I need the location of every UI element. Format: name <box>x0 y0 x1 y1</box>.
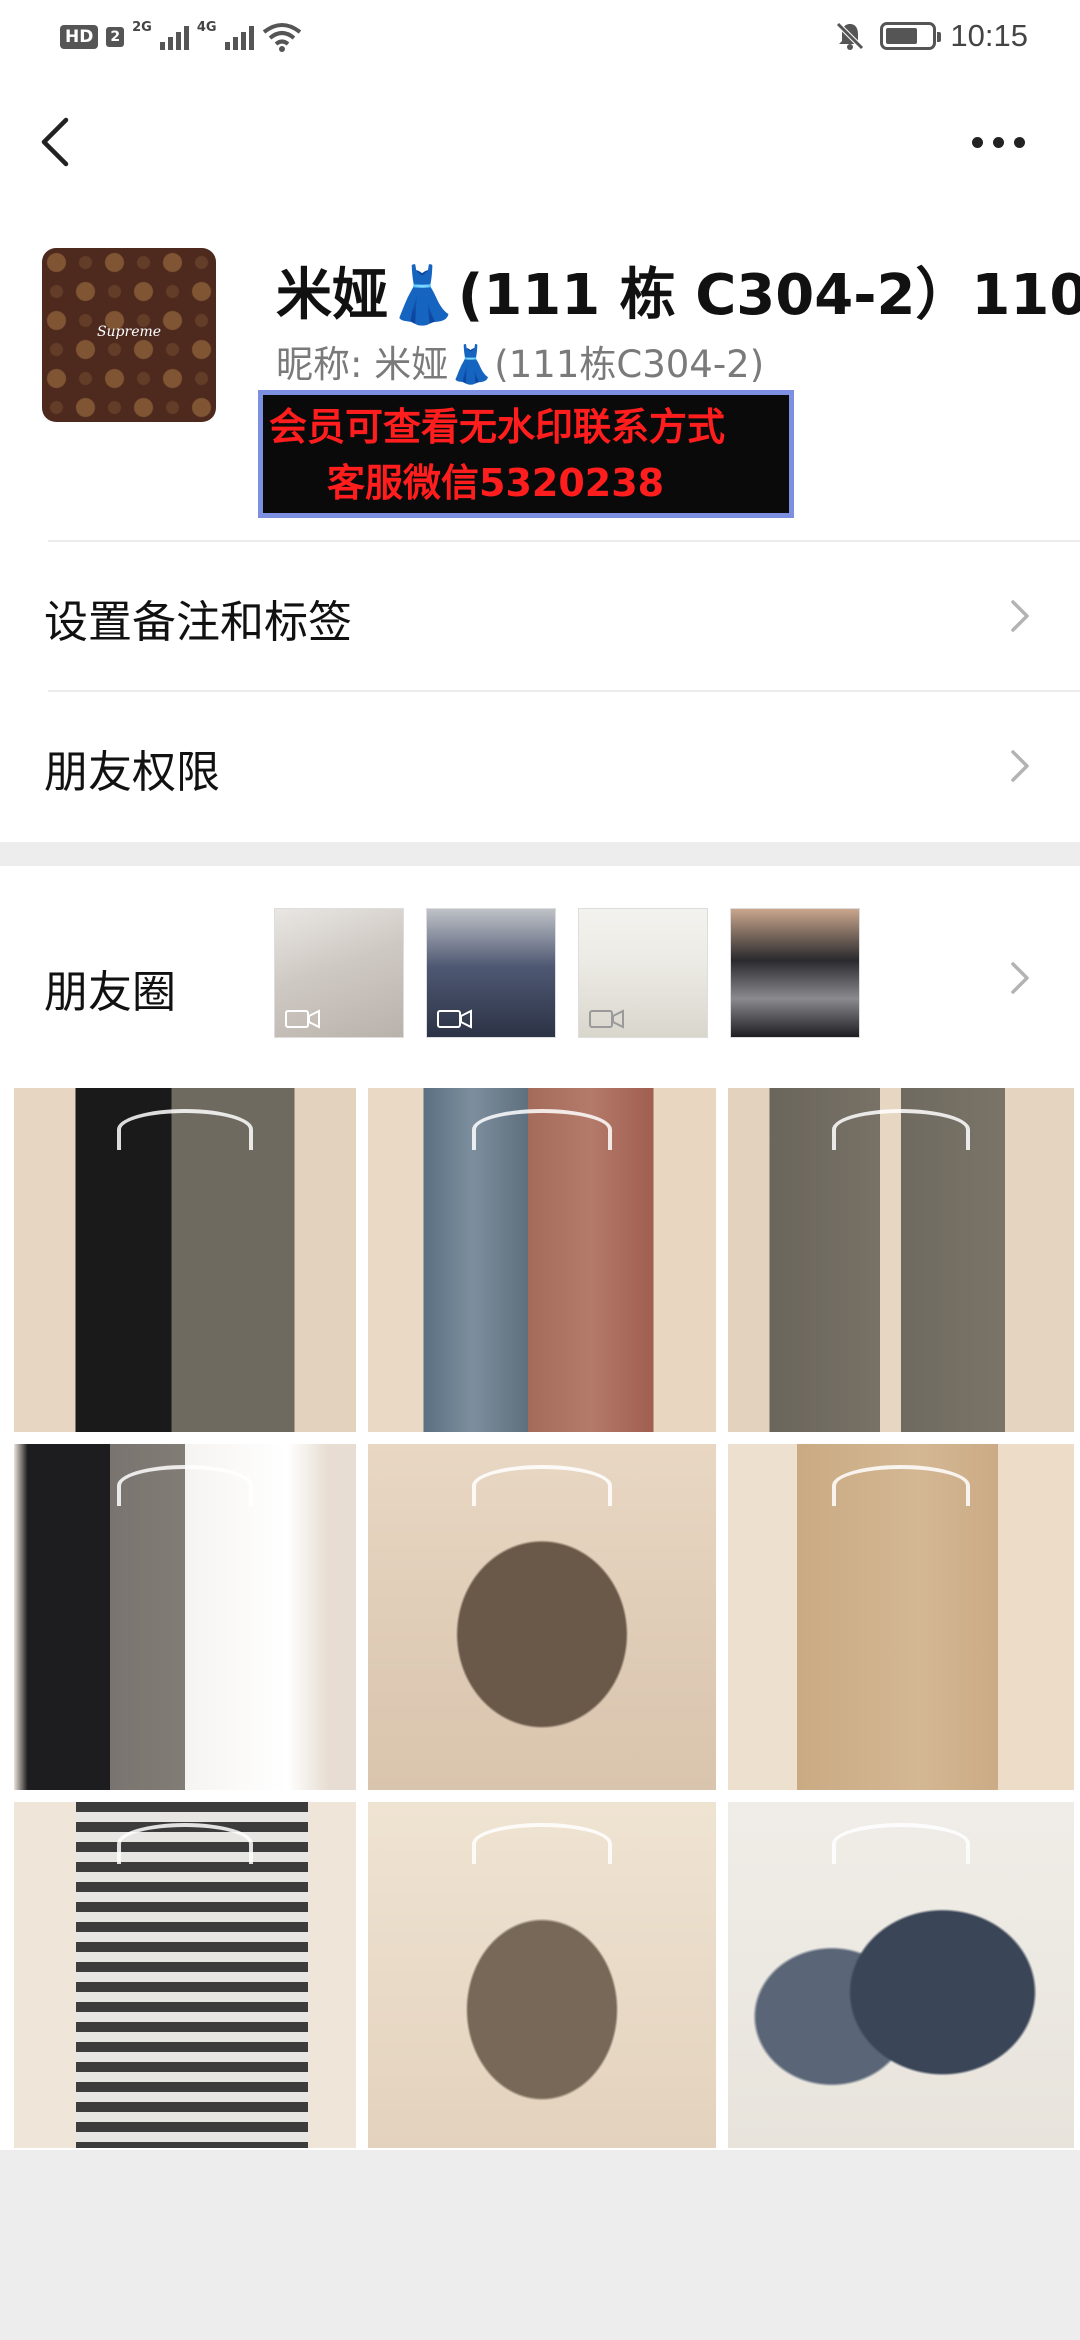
photo-denim-set[interactable] <box>728 1802 1074 2148</box>
moments-section: 朋友圈 <box>0 866 1080 2150</box>
menu-item-remark-tags[interactable]: 设置备注和标签 <box>0 540 1080 690</box>
bottom-background <box>0 2150 1080 2340</box>
status-left: HD 2 2G 4G <box>60 19 302 52</box>
chevron-right-icon[interactable] <box>1008 958 1032 998</box>
video-camera-icon <box>589 1009 624 1029</box>
chevron-right-icon <box>1011 600 1029 632</box>
contact-profile-screen: HD 2 2G 4G 10:15 Supreme 米娅👗(111 栋 C304-… <box>0 0 1080 2340</box>
divider <box>48 690 1080 692</box>
moments-photo-grid <box>14 1088 1076 2148</box>
moments-title[interactable]: 朋友圈 <box>44 956 176 1020</box>
profile-header: Supreme 米娅👗(111 栋 C304-2）11064 昵称: 米娅👗(1… <box>0 210 1080 540</box>
photo-long-sleeve-tops[interactable] <box>14 1444 356 1790</box>
moment-thumb-1[interactable] <box>274 908 404 1038</box>
promo-line-1: 会员可查看无水印联系方式 <box>269 405 726 449</box>
video-camera-icon <box>285 1009 320 1029</box>
nickname-value: 米娅👗(111栋C304-2) <box>374 343 765 386</box>
nav-bar <box>0 74 1080 210</box>
menu-item-label: 朋友权限 <box>44 747 220 798</box>
photo-jumpsuit[interactable] <box>368 1802 716 2148</box>
watermark-promo-banner: 会员可查看无水印联系方式 客服微信5320238 <box>258 390 794 518</box>
photo-camisole-skirt[interactable] <box>728 1444 1074 1790</box>
avatar[interactable]: Supreme <box>42 248 216 422</box>
hd-badge: HD <box>60 25 99 49</box>
photo-striped-vest[interactable] <box>14 1802 356 2148</box>
menu-item-label: 设置备注和标签 <box>44 597 352 648</box>
mute-bell-icon <box>836 22 865 50</box>
network-label-1: 2G <box>132 19 152 35</box>
divider <box>48 540 1080 542</box>
photo-jeans[interactable] <box>368 1088 716 1432</box>
photo-sweater[interactable] <box>368 1444 716 1790</box>
status-right: 10:15 <box>834 18 1028 54</box>
wifi-icon <box>262 23 301 52</box>
battery-icon <box>880 22 942 50</box>
nickname-label: 昵称: <box>276 343 363 386</box>
sim-badge: 2 <box>106 27 125 47</box>
chevron-right-icon <box>1011 750 1029 782</box>
photo-knit-set[interactable] <box>728 1088 1074 1432</box>
contact-name: 米娅👗(111 栋 C304-2）11064 <box>276 263 1080 328</box>
avatar-logo-text: Supreme <box>96 324 162 340</box>
photo-knit-dresses[interactable] <box>14 1088 356 1432</box>
promo-line-2: 客服微信5320238 <box>327 461 665 505</box>
more-dots-icon[interactable] <box>972 130 1032 154</box>
status-bar: HD 2 2G 4G 10:15 <box>0 0 1080 74</box>
menu-item-friend-permissions[interactable]: 朋友权限 <box>0 690 1080 840</box>
signal-icon-2 <box>224 24 254 50</box>
signal-icon-1 <box>159 24 189 50</box>
video-camera-icon <box>437 1009 472 1029</box>
moments-thumbnails[interactable] <box>274 908 860 1038</box>
nickname-row: 昵称: 米娅👗(111栋C304-2) <box>276 334 764 388</box>
moment-thumb-2[interactable] <box>426 908 556 1038</box>
status-time: 10:15 <box>950 18 1028 53</box>
back-chevron-icon[interactable] <box>36 112 76 172</box>
moment-thumb-4[interactable] <box>730 908 860 1038</box>
moment-thumb-3[interactable] <box>578 908 708 1038</box>
network-label-2: 4G <box>196 19 217 35</box>
settings-menu: 设置备注和标签 朋友权限 <box>0 540 1080 842</box>
